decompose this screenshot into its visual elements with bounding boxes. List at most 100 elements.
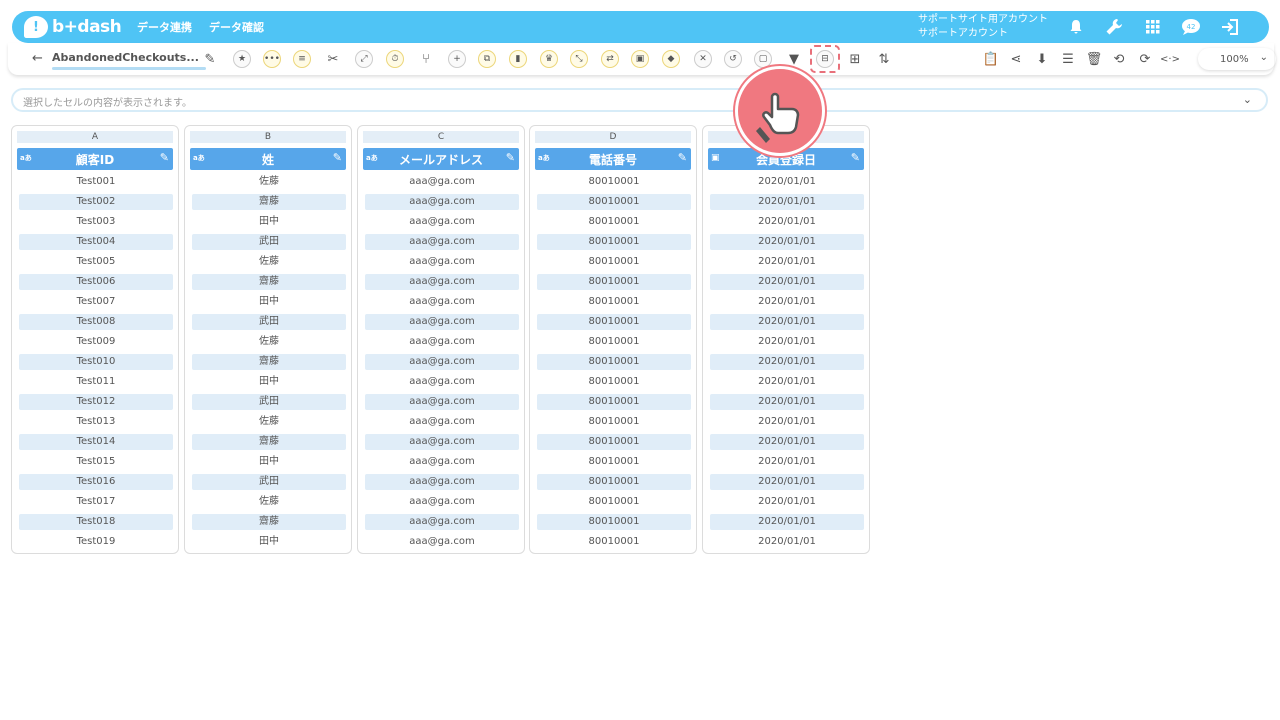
edit-icon[interactable]: ✎ <box>678 151 687 164</box>
table-cell[interactable]: 2020/01/01 <box>710 254 864 270</box>
table-cell[interactable]: 田中 <box>192 454 346 470</box>
table-cell[interactable]: 齋藤 <box>192 434 346 450</box>
shrink-icon[interactable]: ⤡ <box>570 50 588 68</box>
chat-icon[interactable]: 42 <box>1180 16 1202 38</box>
table-cell[interactable]: 80010001 <box>537 214 691 230</box>
column-letter[interactable]: B <box>190 131 346 143</box>
crown-icon[interactable]: ♛ <box>540 50 558 68</box>
table-cell[interactable]: 齋藤 <box>192 274 346 290</box>
table-cell[interactable]: 2020/01/01 <box>710 234 864 250</box>
delete-icon[interactable]: ▮ <box>509 50 527 68</box>
notes-icon[interactable]: ≡ <box>293 50 311 68</box>
share-icon[interactable]: ⋖ <box>1007 49 1025 69</box>
cancel-icon[interactable]: ✕ <box>694 50 712 68</box>
table-cell[interactable]: 佐藤 <box>192 414 346 430</box>
column-letter[interactable]: D <box>535 131 691 143</box>
table-cell[interactable]: 2020/01/01 <box>710 334 864 350</box>
column-header[interactable]: aあ 電話番号 ✎ <box>535 148 691 170</box>
back-arrow-icon[interactable]: ← <box>32 51 43 66</box>
table-cell[interactable]: Test014 <box>19 434 173 450</box>
table-cell[interactable]: aaa@ga.com <box>365 494 519 510</box>
table-cell[interactable]: aaa@ga.com <box>365 514 519 530</box>
table-cell[interactable]: 80010001 <box>537 394 691 410</box>
table-cell[interactable]: Test010 <box>19 354 173 370</box>
table-cell[interactable]: 武田 <box>192 474 346 490</box>
table-cell[interactable]: 2020/01/01 <box>710 314 864 330</box>
table-cell[interactable]: 80010001 <box>537 514 691 530</box>
table-cell[interactable]: Test019 <box>19 534 173 550</box>
table-cell[interactable]: aaa@ga.com <box>365 434 519 450</box>
wrench-icon[interactable] <box>1103 16 1125 38</box>
table-cell[interactable]: 武田 <box>192 394 346 410</box>
table-cell[interactable]: 2020/01/01 <box>710 274 864 290</box>
table-cell[interactable]: Test002 <box>19 194 173 210</box>
convert-icon[interactable]: ↺ <box>724 50 742 68</box>
table-cell[interactable]: 2020/01/01 <box>710 394 864 410</box>
table-cell[interactable]: 80010001 <box>537 334 691 350</box>
table-cell[interactable]: aaa@ga.com <box>365 174 519 190</box>
table-cell[interactable]: 80010001 <box>537 174 691 190</box>
swap-icon[interactable]: ⇄ <box>601 50 619 68</box>
table-cell[interactable]: 2020/01/01 <box>710 294 864 310</box>
table-cell[interactable]: 2020/01/01 <box>710 514 864 530</box>
table-cell[interactable]: 80010001 <box>537 234 691 250</box>
lock-icon[interactable]: ▣ <box>631 50 649 68</box>
table-cell[interactable]: Test018 <box>19 514 173 530</box>
table-cell[interactable]: Test009 <box>19 334 173 350</box>
table-cell[interactable]: 2020/01/01 <box>710 374 864 390</box>
table-cell[interactable]: Test005 <box>19 254 173 270</box>
table-cell[interactable]: aaa@ga.com <box>365 334 519 350</box>
table-cell[interactable]: 2020/01/01 <box>710 214 864 230</box>
table-cell[interactable]: Test004 <box>19 234 173 250</box>
table-cell[interactable]: aaa@ga.com <box>365 474 519 490</box>
table-cell[interactable]: 2020/01/01 <box>710 354 864 370</box>
bell-icon[interactable] <box>1065 16 1087 38</box>
table-cell[interactable]: 2020/01/01 <box>710 174 864 190</box>
table-cell[interactable]: 80010001 <box>537 194 691 210</box>
table-cell[interactable]: 2020/01/01 <box>710 194 864 210</box>
pencil-icon[interactable]: ✎ <box>201 49 219 69</box>
table-cell[interactable]: 齋藤 <box>192 194 346 210</box>
expand-icon[interactable]: ⤢ <box>355 50 373 68</box>
list-icon[interactable]: ☰ <box>1059 49 1077 69</box>
table-cell[interactable]: Test013 <box>19 414 173 430</box>
clipboard-icon[interactable]: 📋 <box>982 49 1000 69</box>
star-icon[interactable]: ★ <box>233 50 251 68</box>
sheet-name[interactable]: AbandonedCheckouts... <box>52 51 206 64</box>
cell-content-display[interactable]: 選択したセルの内容が表示されます。 ⌄ <box>11 88 1268 112</box>
table-cell[interactable]: Test008 <box>19 314 173 330</box>
table-cell[interactable]: 2020/01/01 <box>710 494 864 510</box>
table-cell[interactable]: 80010001 <box>537 454 691 470</box>
history-icon[interactable]: ⟲ <box>1110 49 1128 69</box>
table-cell[interactable]: Test017 <box>19 494 173 510</box>
column-header[interactable]: aあ 顧客ID ✎ <box>17 148 173 170</box>
table-cell[interactable]: 佐藤 <box>192 174 346 190</box>
table-cell[interactable]: Test006 <box>19 274 173 290</box>
table-cell[interactable]: 80010001 <box>537 534 691 550</box>
copy-icon[interactable]: ⧉ <box>478 50 496 68</box>
more-icon[interactable]: ••• <box>263 50 281 68</box>
table-cell[interactable]: aaa@ga.com <box>365 454 519 470</box>
table-cell[interactable]: Test007 <box>19 294 173 310</box>
nav-data-integration[interactable]: データ連携 <box>137 19 192 35</box>
table-cell[interactable]: 齋藤 <box>192 514 346 530</box>
table-cell[interactable]: Test015 <box>19 454 173 470</box>
table-cell[interactable]: 田中 <box>192 294 346 310</box>
table-cell[interactable]: 80010001 <box>537 354 691 370</box>
column-header[interactable]: aあ 姓 ✎ <box>190 148 346 170</box>
nav-data-check[interactable]: データ確認 <box>209 19 264 35</box>
apps-grid-icon[interactable] <box>1142 16 1164 38</box>
column-letter[interactable]: A <box>17 131 173 143</box>
table-cell[interactable]: aaa@ga.com <box>365 194 519 210</box>
cube-icon[interactable]: ◆ <box>662 50 680 68</box>
add-icon[interactable]: + <box>448 50 466 68</box>
table-cell[interactable]: 80010001 <box>537 314 691 330</box>
table-cell[interactable]: Test011 <box>19 374 173 390</box>
table-cell[interactable]: 武田 <box>192 314 346 330</box>
merge-icon[interactable]: ⑂ <box>417 49 435 69</box>
table-cell[interactable]: aaa@ga.com <box>365 254 519 270</box>
edit-icon[interactable]: ✎ <box>851 151 860 164</box>
edit-icon[interactable]: ✎ <box>506 151 515 164</box>
table-cell[interactable]: 80010001 <box>537 494 691 510</box>
table-cell[interactable]: 佐藤 <box>192 494 346 510</box>
